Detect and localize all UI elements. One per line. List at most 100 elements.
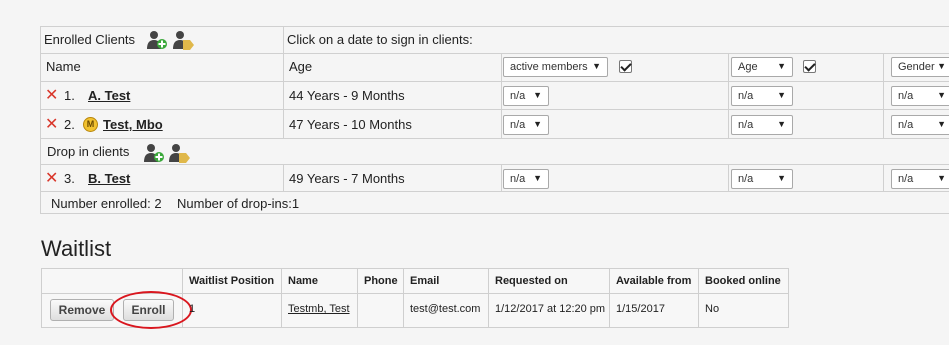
add-client-icon[interactable] bbox=[143, 143, 165, 163]
row-number: 3. bbox=[64, 171, 75, 186]
waitlist-header-name: Name bbox=[288, 275, 318, 287]
member-badge-icon: M bbox=[83, 117, 98, 132]
grid-line bbox=[40, 53, 949, 54]
row-number: 1. bbox=[64, 88, 75, 103]
client-name-link[interactable]: Test, Mbo bbox=[103, 117, 163, 132]
filter-active-members-select[interactable]: active members ▼ bbox=[503, 57, 608, 77]
delete-x-icon[interactable]: ✕ bbox=[45, 88, 58, 104]
dropdown-arrow-icon: ▼ bbox=[777, 119, 786, 129]
client-age: 47 Years - 10 Months bbox=[289, 117, 412, 132]
grid-line bbox=[40, 164, 949, 165]
checkbox-age[interactable] bbox=[803, 60, 816, 73]
na-select[interactable]: n/a ▼ bbox=[891, 169, 949, 189]
select-value: n/a bbox=[898, 173, 914, 185]
dropdown-arrow-icon: ▼ bbox=[937, 90, 946, 100]
grid-line bbox=[698, 268, 699, 328]
grid-line bbox=[728, 53, 729, 138]
waitlist-header-email: Email bbox=[410, 275, 440, 287]
row-number: 2. bbox=[64, 117, 75, 132]
waitlist-requested-on: 1/12/2017 at 12:20 pm bbox=[495, 303, 606, 315]
grid-line bbox=[501, 53, 502, 138]
na-select[interactable]: n/a ▼ bbox=[891, 86, 949, 106]
dropin-clients-title: Drop in clients bbox=[47, 144, 130, 159]
waitlist-header-phone: Phone bbox=[364, 275, 398, 287]
grid-line bbox=[40, 26, 41, 214]
dropdown-arrow-icon: ▼ bbox=[592, 61, 601, 71]
na-select[interactable]: n/a ▼ bbox=[731, 86, 793, 106]
grid-line bbox=[728, 164, 729, 191]
column-header-age: Age bbox=[289, 59, 313, 74]
select-value: active members bbox=[510, 61, 588, 73]
number-dropins: Number of drop-ins:1 bbox=[177, 196, 300, 211]
number-enrolled: Number enrolled: 2 bbox=[51, 196, 162, 211]
na-select[interactable]: n/a ▼ bbox=[731, 115, 793, 135]
select-value: n/a bbox=[898, 119, 914, 131]
grid-line bbox=[883, 164, 884, 191]
select-value: n/a bbox=[510, 119, 526, 131]
grid-line bbox=[609, 268, 610, 328]
select-value: Age bbox=[738, 61, 758, 73]
client-age: 49 Years - 7 Months bbox=[289, 171, 405, 186]
grid-line bbox=[40, 213, 949, 214]
waitlist-email: test@test.com bbox=[410, 303, 481, 315]
filter-gender-select[interactable]: Gender ▼ bbox=[891, 57, 949, 77]
remove-button[interactable]: Remove bbox=[50, 299, 114, 321]
grid-line bbox=[281, 268, 282, 328]
client-name-link[interactable]: A. Test bbox=[88, 88, 130, 103]
filter-age-select[interactable]: Age ▼ bbox=[731, 57, 793, 77]
na-select[interactable]: n/a ▼ bbox=[891, 115, 949, 135]
waitlist-available-from: 1/15/2017 bbox=[616, 303, 665, 315]
delete-x-icon[interactable]: ✕ bbox=[45, 171, 58, 187]
dropdown-arrow-icon: ▼ bbox=[937, 61, 946, 71]
dropdown-arrow-icon: ▼ bbox=[937, 173, 946, 183]
client-name-link[interactable]: B. Test bbox=[88, 171, 130, 186]
dropdown-arrow-icon: ▼ bbox=[533, 173, 542, 183]
grid-line bbox=[488, 268, 489, 328]
grid-line bbox=[40, 81, 949, 82]
dropdown-arrow-icon: ▼ bbox=[777, 61, 786, 71]
waitlist-client-name-link[interactable]: Testmb, Test bbox=[288, 303, 350, 315]
select-value: n/a bbox=[898, 90, 914, 102]
grid-line bbox=[403, 268, 404, 328]
grid-line bbox=[357, 268, 358, 328]
checkbox-active-members[interactable] bbox=[619, 60, 632, 73]
grid-line bbox=[883, 53, 884, 138]
waitlist-header-requested: Requested on bbox=[495, 275, 568, 287]
dropdown-arrow-icon: ▼ bbox=[777, 90, 786, 100]
na-select[interactable]: n/a ▼ bbox=[731, 169, 793, 189]
waitlist-header-available: Available from bbox=[616, 275, 692, 287]
grid-line bbox=[40, 26, 949, 27]
delete-x-icon[interactable]: ✕ bbox=[45, 117, 58, 133]
waitlist-title: Waitlist bbox=[41, 236, 112, 261]
enrolled-clients-title: Enrolled Clients bbox=[44, 32, 136, 47]
add-client-icon[interactable] bbox=[146, 30, 168, 50]
grid-line bbox=[40, 138, 949, 139]
grid-line bbox=[40, 191, 949, 192]
grid-line bbox=[283, 26, 284, 138]
tag-client-icon[interactable] bbox=[168, 143, 190, 163]
grid-line bbox=[40, 109, 949, 110]
highlight-circle bbox=[110, 291, 192, 329]
waitlist-header-position: Waitlist Position bbox=[189, 275, 275, 287]
instruction-text: Click on a date to sign in clients: bbox=[287, 32, 473, 47]
select-value: Gender bbox=[898, 61, 935, 73]
dropdown-arrow-icon: ▼ bbox=[777, 173, 786, 183]
waitlist-position: 1 bbox=[189, 303, 196, 315]
grid-line bbox=[501, 164, 502, 191]
column-header-name: Name bbox=[46, 59, 81, 74]
tag-client-icon[interactable] bbox=[172, 30, 194, 50]
select-value: n/a bbox=[738, 173, 754, 185]
na-select[interactable]: n/a ▼ bbox=[503, 115, 549, 135]
select-value: n/a bbox=[738, 119, 754, 131]
dropdown-arrow-icon: ▼ bbox=[937, 119, 946, 129]
select-value: n/a bbox=[510, 173, 526, 185]
waitlist-header-booked: Booked online bbox=[705, 275, 781, 287]
dropdown-arrow-icon: ▼ bbox=[533, 90, 542, 100]
na-select[interactable]: n/a ▼ bbox=[503, 86, 549, 106]
select-value: n/a bbox=[738, 90, 754, 102]
na-select[interactable]: n/a ▼ bbox=[503, 169, 549, 189]
grid-line bbox=[283, 164, 284, 191]
client-age: 44 Years - 9 Months bbox=[289, 88, 405, 103]
waitlist-booked-online: No bbox=[705, 303, 720, 315]
dropdown-arrow-icon: ▼ bbox=[533, 119, 542, 129]
